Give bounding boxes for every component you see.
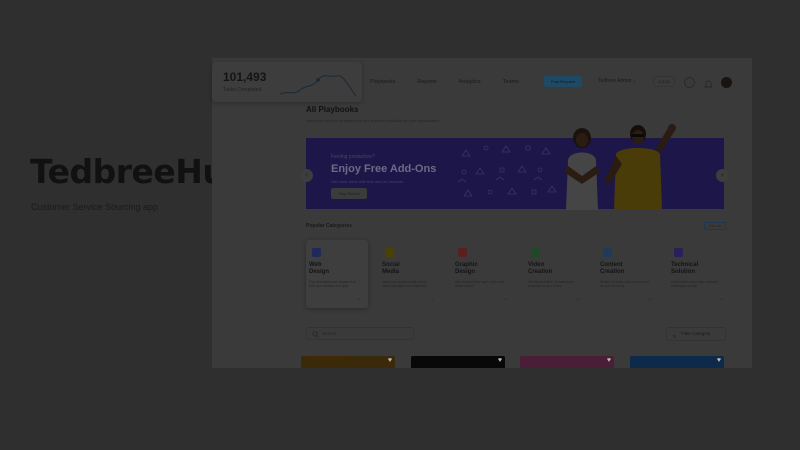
account-select[interactable]: Tedbree Admin (598, 78, 631, 84)
filter-category-button[interactable]: ≡ Filter Category (666, 327, 726, 341)
thumbnail-text: BLOG 6000 (311, 356, 344, 362)
banner-pattern (457, 145, 557, 197)
category-description: Hire designers for logos, flyers and bra… (455, 280, 505, 288)
category-description: Writers for blogs, copy and content for … (600, 280, 650, 288)
playbook-thumbnail[interactable]: ♥ (411, 356, 505, 368)
categories-list: Web Design Find developers and designers … (306, 240, 730, 308)
category-card-social-media[interactable]: Social Media Grow your audience with soci… (379, 240, 441, 308)
heart-icon[interactable]: ♥ (607, 357, 611, 364)
palette-icon (458, 248, 467, 257)
help-icon[interactable] (684, 77, 695, 88)
search-input[interactable]: Search (306, 327, 414, 340)
banner-title: Enjoy Free Add-Ons (331, 163, 437, 175)
post-request-button[interactable]: Post Request (544, 76, 582, 87)
page-subtitle: Here you can find all playbooks and serv… (306, 118, 440, 123)
category-name: Video Creation (528, 262, 553, 275)
chat-icon (674, 248, 683, 257)
stat-card: 101,493 Tasks Completed (212, 62, 362, 102)
search-placeholder: Search (322, 331, 337, 336)
page-title: All Playbooks (306, 105, 359, 114)
arrow-right-icon: → (356, 296, 362, 302)
category-description: Grow your audience with social media man… (382, 280, 428, 288)
categories-title: Popular Categories (306, 223, 352, 229)
category-name: Web Design (309, 262, 330, 275)
banner-prev-button[interactable]: ‹ (300, 169, 313, 182)
nav-item-analytics[interactable]: Analytics (459, 79, 481, 85)
playbook-thumbnail[interactable]: ♥ (520, 356, 614, 368)
category-description: Engineers to solve your technical challe… (671, 280, 718, 288)
wallet-balance[interactable]: £ 0.00 (653, 76, 675, 87)
hero-subtitle: Customer Service Sourcing app (31, 202, 159, 212)
bell-icon[interactable] (703, 77, 714, 88)
code-icon (312, 248, 321, 257)
arrow-right-icon: → (502, 296, 508, 302)
category-description: Get videos edited, animated and produced… (528, 280, 574, 288)
nav-item-reports[interactable]: Reports (417, 79, 436, 85)
banner-cta-button[interactable]: Play Stories (331, 188, 367, 199)
play-icon (531, 248, 540, 257)
arrow-right-icon: → (575, 296, 581, 302)
playbook-thumbnail[interactable]: ♥ (630, 356, 724, 368)
sparkline-chart (279, 75, 357, 97)
category-card-technical-solution[interactable]: Technical Solution Engineers to solve you… (668, 240, 730, 308)
view-all-button[interactable]: View All (704, 222, 726, 230)
search-icon (312, 331, 319, 338)
filter-icon: ≡ (673, 334, 676, 340)
playbook-thumbnail[interactable]: BLOG 6000 ♥ (301, 356, 395, 368)
category-card-graphic-design[interactable]: Graphic Design Hire designers for logos, … (452, 240, 514, 308)
category-name: Social Media (382, 262, 400, 275)
pen-icon (603, 248, 612, 257)
category-card-content-creation[interactable]: Content Creation Writers for blogs, copy … (597, 240, 659, 308)
chevron-down-icon[interactable]: ⌄ (632, 78, 636, 84)
banner-next-button[interactable]: › (716, 169, 729, 182)
category-card-web-design[interactable]: Web Design Find developers and designers … (306, 240, 368, 308)
banner-tag: Feeling productive? (331, 154, 375, 160)
category-name: Content Creation (600, 262, 625, 275)
app-mockup (212, 58, 752, 368)
top-nav: Playbooks Reports Analytics Teams (370, 74, 541, 90)
category-name: Graphic Design (455, 262, 478, 275)
filter-label: Filter Category (681, 331, 711, 336)
avatar[interactable] (721, 77, 732, 88)
nav-item-playbooks[interactable]: Playbooks (370, 79, 395, 85)
arrow-right-icon: → (647, 296, 653, 302)
heart-icon[interactable]: ♥ (388, 357, 392, 364)
nav-item-teams[interactable]: Teams (503, 79, 519, 85)
megaphone-icon (385, 248, 394, 257)
category-name: Technical Solution (671, 262, 699, 275)
arrow-right-icon: → (718, 296, 724, 302)
arrow-right-icon: → (429, 296, 435, 302)
category-card-video-creation[interactable]: Video Creation Get videos edited, animate… (525, 240, 587, 308)
banner-description: Get more done with free add-on services (331, 179, 404, 184)
heart-icon[interactable]: ♥ (498, 357, 502, 364)
heart-icon[interactable]: ♥ (717, 357, 721, 364)
banner-people-image (564, 124, 676, 210)
stat-value: 101,493 (223, 70, 267, 84)
stat-label: Tasks Completed (223, 87, 262, 93)
category-description: Find developers and designers to build y… (309, 280, 357, 288)
